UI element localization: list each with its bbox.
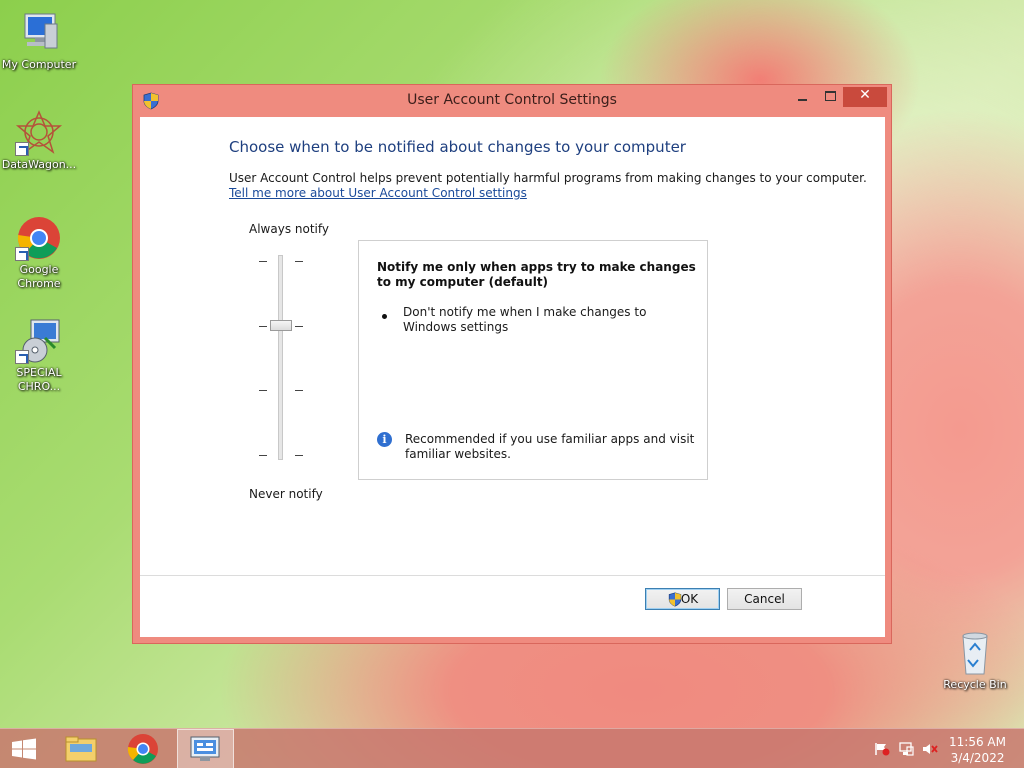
slider-tick (259, 455, 267, 456)
network-icon[interactable] (898, 742, 914, 756)
slider-bottom-label: Never notify (249, 487, 323, 501)
desktop-icon-label: SPECIAL CHRO... (16, 366, 62, 393)
desktop-icon-google-chrome[interactable]: Google Chrome (0, 215, 78, 291)
control-panel-icon (190, 736, 220, 761)
start-button[interactable] (0, 729, 48, 768)
clock-date: 3/4/2022 (950, 751, 1005, 765)
slider-tick (259, 261, 267, 262)
cancel-button-label: Cancel (744, 592, 785, 606)
action-center-flag-icon[interactable] (874, 742, 890, 756)
desktop-icon-my-computer[interactable]: My Computer (0, 10, 78, 72)
shortcut-arrow-icon (15, 142, 29, 156)
slider-tick (295, 455, 303, 456)
notification-level-slider[interactable] (257, 255, 305, 465)
chrome-icon (15, 215, 63, 261)
shortcut-arrow-icon (15, 350, 29, 364)
level-title: Notify me only when apps try to make cha… (377, 260, 696, 289)
description-text: User Account Control helps prevent poten… (229, 171, 867, 185)
windows-logo-icon (12, 738, 36, 760)
clock-time: 11:56 AM (949, 735, 1006, 749)
desktop-icon-label: Recycle Bin (943, 678, 1007, 691)
window-content: Choose when to be notified about changes… (140, 117, 885, 637)
taskbar: 11:56 AM 3/4/2022 (0, 728, 1024, 768)
computer-icon (15, 10, 63, 56)
maximize-button[interactable] (817, 87, 845, 107)
taskbar-file-explorer[interactable] (56, 729, 106, 768)
ok-button-label: OK (680, 592, 699, 606)
desktop-icon-label: Google Chrome (17, 263, 61, 290)
cancel-button[interactable]: Cancel (727, 588, 802, 610)
desktop-icon-recycle-bin[interactable]: Recycle Bin (936, 630, 1014, 692)
minimize-button[interactable] (789, 87, 817, 107)
window-title: User Account Control Settings (407, 92, 617, 108)
installer-icon (15, 318, 63, 364)
close-button[interactable]: ✕ (843, 87, 887, 107)
datawagon-icon (15, 110, 63, 156)
level-description-panel: Notify me only when apps try to make cha… (358, 240, 708, 480)
desktop-icon-label: DataWagon... (1, 158, 77, 171)
page-title: Choose when to be notified about changes… (229, 138, 686, 156)
slider-tick (259, 326, 267, 327)
slider-tick (259, 390, 267, 391)
desktop-icon-special-chrome[interactable]: SPECIAL CHRO... (0, 318, 78, 394)
recycle-bin-icon (951, 630, 999, 676)
slider-track[interactable] (278, 255, 283, 460)
chrome-icon (127, 734, 158, 764)
bullet-icon (382, 314, 387, 319)
desktop-icon-datawagon[interactable]: DataWagon... (0, 110, 78, 172)
folder-icon (65, 736, 97, 762)
taskbar-chrome[interactable] (118, 729, 168, 768)
learn-more-link[interactable]: Tell me more about User Account Control … (229, 186, 527, 200)
close-icon: ✕ (859, 87, 871, 103)
uac-settings-window: User Account Control Settings ✕ Choose w… (132, 84, 892, 644)
level-detail: Don't notify me when I make changes to W… (403, 305, 647, 334)
info-icon: i (377, 432, 392, 447)
ok-button[interactable]: OK (645, 588, 720, 610)
title-bar[interactable]: User Account Control Settings ✕ (133, 85, 891, 117)
slider-thumb[interactable] (270, 320, 292, 332)
level-recommendation: Recommended if you use familiar apps and… (405, 432, 695, 461)
volume-muted-icon[interactable] (922, 742, 938, 756)
shortcut-arrow-icon (15, 247, 29, 261)
slider-tick (295, 261, 303, 262)
slider-tick (295, 326, 303, 327)
taskbar-clock[interactable]: 11:56 AM 3/4/2022 (949, 734, 1006, 766)
desktop-icon-label: My Computer (1, 58, 77, 71)
slider-top-label: Always notify (249, 222, 329, 236)
taskbar-control-panel[interactable] (177, 729, 234, 768)
slider-tick (295, 390, 303, 391)
footer-divider (140, 575, 885, 576)
